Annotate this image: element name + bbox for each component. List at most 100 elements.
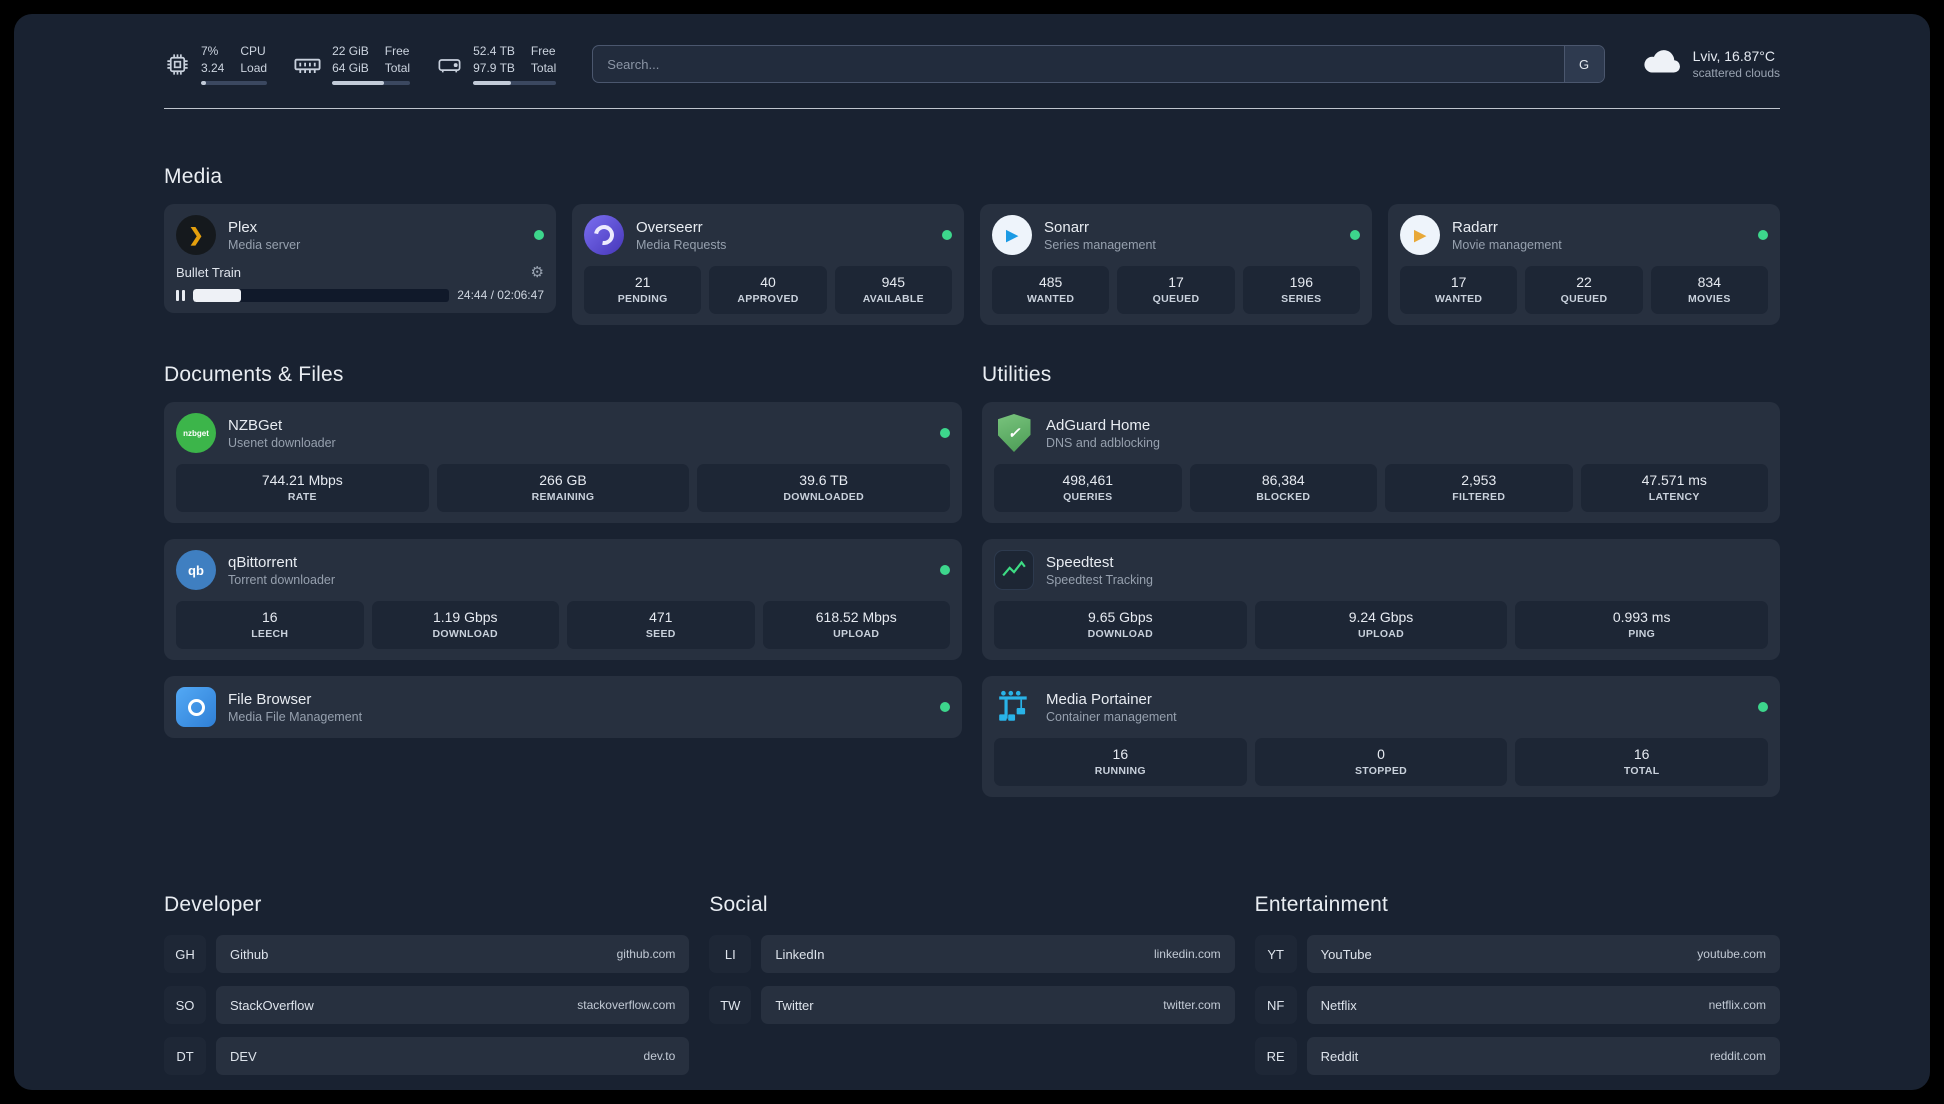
stat-value: 0 [1377, 746, 1385, 762]
stat-value: 618.52 Mbps [815, 609, 897, 625]
bookmark-group: Developer GH Github github.com SO StackOverfl… [164, 893, 690, 1088]
stat-label: STOPPED [1354, 765, 1408, 777]
bookmark-item[interactable]: NF Netflix netflix.com [1254, 986, 1780, 1024]
cpu-readout: 7% 3.24 CPU Load [201, 43, 268, 85]
stat-label: PING [1628, 628, 1656, 640]
disk-free-value: 52.4 TB [473, 44, 515, 59]
service-card-speedtest[interactable]: Speedtest Speedtest Tracking 9.65 Gbps DOWN… [982, 539, 1780, 660]
stat-block: 471 SEED [567, 601, 755, 649]
bookmark-link[interactable]: Netflix netflix.com [1306, 986, 1780, 1024]
service-card-header: Speedtest Speedtest Tracking [994, 550, 1768, 590]
stat-label: SERIES [1281, 293, 1322, 305]
bookmark-name: Github [230, 946, 269, 962]
stat-block: 40 APPROVED [709, 266, 827, 314]
bookmark-link[interactable]: StackOverflow stackoverflow.com [216, 986, 690, 1024]
cpu-chip-icon [164, 51, 191, 78]
service-card-titles: qBittorrent Torrent downloader [228, 554, 335, 587]
cpu-percent: 7% [201, 44, 219, 59]
bookmark-item[interactable]: TW Twitter twitter.com [709, 986, 1235, 1024]
bookmark-link[interactable]: Github github.com [216, 935, 690, 973]
status-dot-online [940, 428, 950, 438]
bookmark-url: youtube.com [1697, 947, 1766, 961]
status-dot-online [1758, 230, 1768, 240]
stat-value: 9.65 Gbps [1088, 609, 1153, 625]
middle-sections: Documents & Files nzbget NZBGet Usenet dow… [164, 363, 1780, 797]
status-dot-online [940, 565, 950, 575]
stat-label: LATENCY [1648, 491, 1700, 503]
playback-time: 24:44 / 02:06:47 [457, 288, 544, 302]
weather-widget: Lviv, 16.87°C scattered clouds [1641, 41, 1780, 88]
service-card-filebrowser[interactable]: File Browser Media File Management [164, 676, 962, 738]
service-name: qBittorrent [228, 553, 298, 571]
service-stats: 16 RUNNING 0 STOPPED 16 TOTAL [994, 738, 1769, 786]
memory-readout: 22 GiB 64 GiB Free Total [332, 43, 411, 85]
status-dot-online [940, 702, 950, 712]
service-card-radarr[interactable]: ▶ Radarr Movie management 17 WANTED 22 QUEUED 8… [1388, 204, 1780, 325]
service-card-plex[interactable]: ❯ Plex Media server Bullet Train ⚙ 24:44 / 02… [164, 204, 556, 313]
bookmark-name: YouTube [1320, 946, 1372, 962]
search-bar[interactable]: G [592, 45, 1605, 83]
stat-block: 618.52 Mbps UPLOAD [762, 601, 950, 649]
search-input[interactable] [593, 46, 1564, 82]
portainer-icon [994, 687, 1034, 727]
service-card-adguard[interactable]: ✓ AdGuard Home DNS and adblocking 498,461 QU… [982, 402, 1780, 523]
service-card-header: Overseerr Media Requests [584, 215, 952, 255]
bookmark-link[interactable]: Reddit reddit.com [1306, 1037, 1780, 1075]
bookmark-name: DEV [230, 1048, 257, 1064]
service-description: Speedtest Tracking [1046, 572, 1154, 587]
service-description: Media File Management [228, 709, 363, 724]
bookmark-name: LinkedIn [775, 946, 825, 962]
documents-cards: nzbget NZBGet Usenet downloader 744.21 Mbps… [164, 402, 962, 738]
service-card-overseerr[interactable]: Overseerr Media Requests 21 PENDING 40 APPROV… [572, 204, 964, 325]
pause-icon[interactable] [176, 289, 185, 301]
stat-value: 17 [1168, 274, 1184, 290]
radarr-icon: ▶ [1400, 215, 1440, 255]
bookmark-item[interactable]: YT YouTube youtube.com [1254, 935, 1780, 973]
service-card-qbittorrent[interactable]: qb qBittorrent Torrent downloader 16 LEECH 1.… [164, 539, 962, 660]
media-player-title-row: Bullet Train ⚙ [176, 265, 544, 280]
section-title-media: Media [164, 165, 223, 188]
bookmarks-section: Developer GH Github github.com SO StackOverfl… [164, 893, 1780, 1088]
memory-ram-icon [293, 50, 322, 79]
stat-block: 16 TOTAL [1515, 738, 1769, 786]
bookmark-link[interactable]: LinkedIn linkedin.com [761, 935, 1235, 973]
service-card-sonarr[interactable]: ▶ Sonarr Series management 485 WANTED 17 QUEUE… [980, 204, 1372, 325]
stat-block: 22 QUEUED [1525, 266, 1643, 314]
bookmark-item[interactable]: SO StackOverflow stackoverflow.com [164, 986, 690, 1024]
playback-progress-bar[interactable] [192, 288, 450, 302]
service-description: Media Requests [636, 237, 727, 252]
bookmark-item[interactable]: LI LinkedIn linkedin.com [709, 935, 1235, 973]
bookmark-link[interactable]: YouTube youtube.com [1306, 935, 1780, 973]
stat-label: SEED [645, 628, 676, 640]
nzbget-icon: nzbget [176, 413, 216, 453]
cpu-label: CPU [240, 44, 266, 59]
stat-value: 485 [1038, 274, 1063, 290]
service-card-portainer[interactable]: Media Portainer Container management 16 RUN… [982, 676, 1780, 797]
bookmark-group-title: Social [709, 893, 768, 916]
search-provider-button[interactable]: G [1563, 46, 1604, 82]
bookmark-link[interactable]: DEV dev.to [216, 1037, 690, 1075]
service-card-titles: File Browser Media File Management [228, 691, 362, 724]
service-card-header: nzbget NZBGet Usenet downloader [176, 413, 950, 453]
stat-label: QUEUED [1152, 293, 1200, 305]
service-card-titles: Plex Media server [228, 219, 300, 252]
adguard-icon: ✓ [994, 413, 1034, 453]
bookmark-item[interactable]: RE Reddit reddit.com [1254, 1037, 1780, 1075]
bookmark-item[interactable]: DT DEV dev.to [164, 1037, 690, 1075]
stat-label: PENDING [617, 293, 668, 305]
memory-usage-bar [332, 80, 411, 85]
bookmark-item[interactable]: GH Github github.com [164, 935, 690, 973]
service-card-titles: Radarr Movie management [1452, 219, 1562, 252]
service-stats: 485 WANTED 17 QUEUED 196 SERIES [992, 266, 1360, 314]
service-card-nzbget[interactable]: nzbget NZBGet Usenet downloader 744.21 Mbps… [164, 402, 962, 523]
settings-gear-icon[interactable]: ⚙ [531, 265, 544, 280]
service-name: AdGuard Home [1046, 416, 1151, 434]
stat-value: 16 [1112, 746, 1129, 762]
stat-value: 86,384 [1261, 472, 1305, 488]
stat-label: UPLOAD [833, 628, 880, 640]
service-card-header: ▶ Radarr Movie management [1400, 215, 1768, 255]
section-title-utilities: Utilities [982, 363, 1052, 386]
stat-label: FILTERED [1452, 491, 1506, 503]
stat-value: 945 [881, 274, 905, 290]
bookmark-link[interactable]: Twitter twitter.com [761, 986, 1235, 1024]
